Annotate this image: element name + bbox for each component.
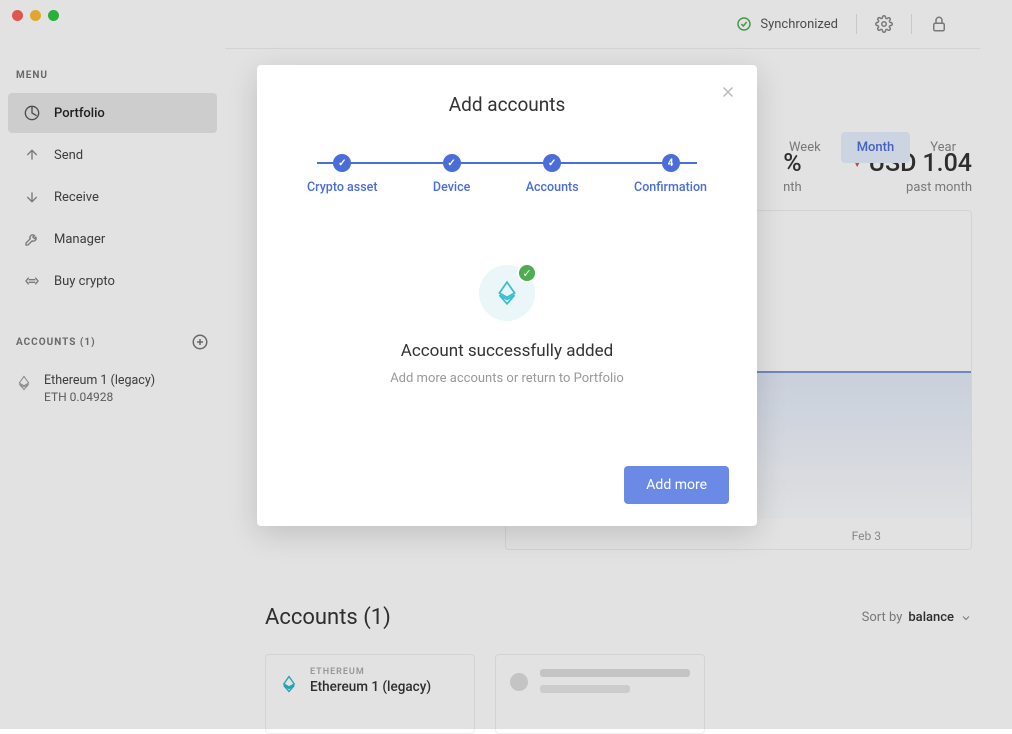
modal-title: Add accounts: [285, 93, 729, 116]
step-crypto-asset: Crypto asset: [307, 154, 378, 195]
step-label: Crypto asset: [307, 180, 378, 195]
add-accounts-modal: Add accounts Crypto asset Device Account…: [257, 65, 757, 526]
success-title: Account successfully added: [285, 341, 729, 361]
success-block: ✓ Account successfully added Add more ac…: [285, 265, 729, 386]
success-subtitle: Add more accounts or return to Portfolio: [285, 371, 729, 386]
check-badge-icon: ✓: [517, 263, 537, 283]
step-label: Accounts: [526, 180, 579, 195]
ethereum-icon: [494, 280, 520, 306]
step-dot-done-icon: [333, 154, 351, 172]
step-device: Device: [433, 154, 470, 195]
step-confirmation: 4 Confirmation: [634, 154, 707, 195]
stepper: Crypto asset Device Accounts 4 Confirmat…: [307, 154, 707, 195]
step-dot-current: 4: [662, 154, 680, 172]
step-label: Device: [433, 180, 470, 195]
step-number: 4: [668, 158, 674, 169]
step-accounts: Accounts: [526, 154, 579, 195]
step-label: Confirmation: [634, 180, 707, 195]
step-dot-done-icon: [443, 154, 461, 172]
close-icon[interactable]: [719, 83, 737, 101]
success-icon-wrap: ✓: [479, 265, 535, 321]
add-more-button[interactable]: Add more: [624, 466, 729, 504]
step-dot-done-icon: [543, 154, 561, 172]
